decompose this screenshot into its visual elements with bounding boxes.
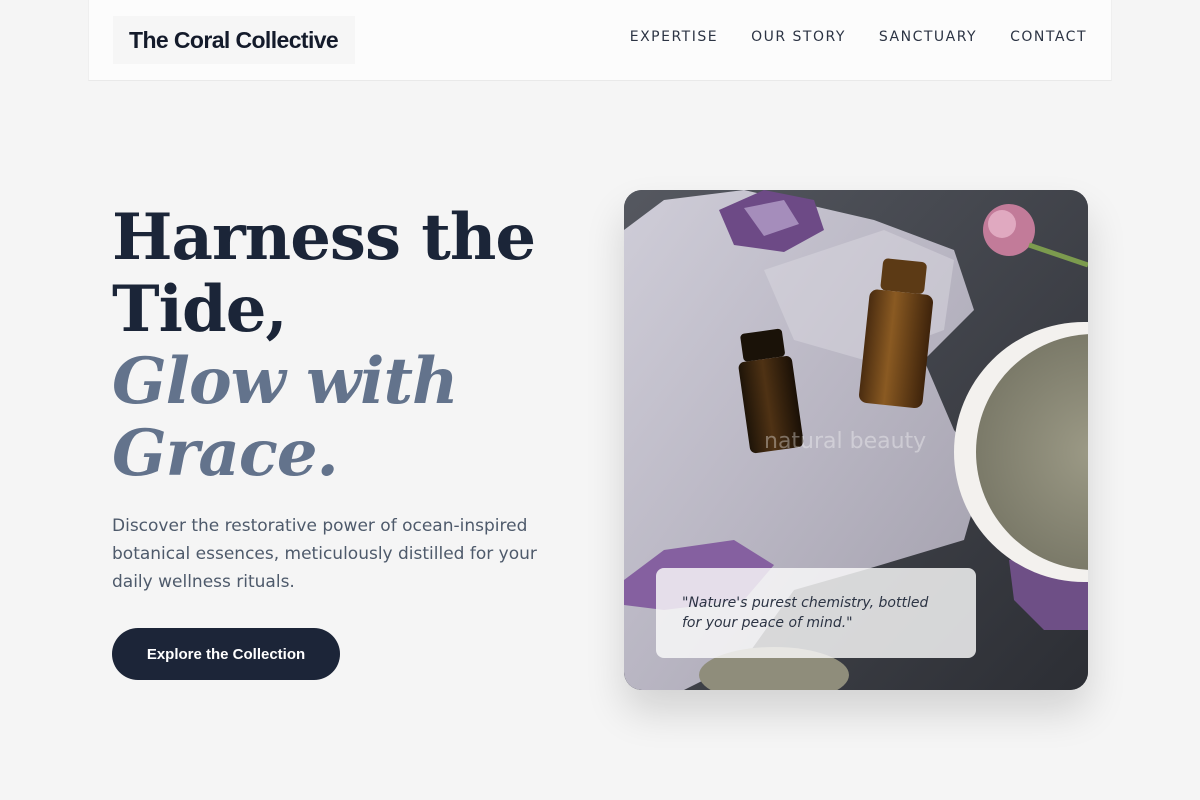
quote-card: "Nature's purest chemistry, bottled for … bbox=[656, 568, 976, 658]
hero-title-line-3: Glow with bbox=[112, 344, 459, 419]
logo[interactable]: The Coral Collective bbox=[129, 27, 339, 54]
hero-description: Discover the restorative power of ocean-… bbox=[112, 516, 537, 592]
nav-contact[interactable]: CONTACT bbox=[1010, 29, 1087, 45]
hero-image-card: natural beauty "Nature's purest chemistr… bbox=[624, 190, 1088, 690]
nav-our-story[interactable]: OUR STORY bbox=[751, 29, 846, 45]
hero-title-line-2: Tide, bbox=[112, 272, 288, 347]
hero-title: Harness the Tide, Glow with Grace. bbox=[112, 202, 582, 490]
nav-expertise[interactable]: EXPERTISE bbox=[630, 29, 718, 45]
quote-text: "Nature's purest chemistry, bottled for … bbox=[682, 595, 929, 631]
hero-title-line-4: Grace. bbox=[112, 416, 339, 491]
logo-box[interactable]: The Coral Collective bbox=[113, 16, 355, 64]
nav-sanctuary[interactable]: SANCTUARY bbox=[879, 29, 977, 45]
site-header: The Coral Collective EXPERTISE OUR STORY… bbox=[88, 0, 1112, 81]
hero-title-line-1: Harness the bbox=[112, 200, 536, 275]
main-nav: EXPERTISE OUR STORY SANCTUARY CONTACT bbox=[630, 29, 1087, 45]
image-watermark: natural beauty bbox=[764, 429, 926, 454]
explore-collection-button[interactable]: Explore the Collection bbox=[112, 628, 340, 680]
